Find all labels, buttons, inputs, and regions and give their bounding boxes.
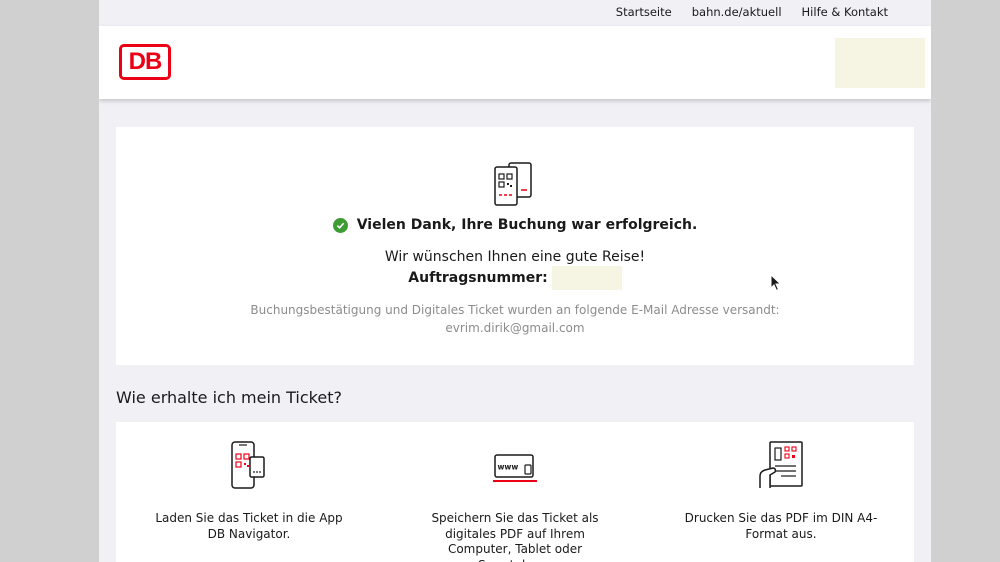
mouse-cursor-icon	[770, 274, 782, 292]
order-number-row: Auftragsnummer:	[116, 266, 914, 290]
success-check-icon	[332, 217, 348, 233]
email-notice-text: Buchungsbestätigung und Digitales Ticket…	[250, 303, 780, 317]
ticket-options-card: Laden Sie das Ticket in die App DB Navig…	[116, 422, 914, 562]
email-notice: Buchungsbestätigung und Digitales Ticket…	[116, 301, 914, 337]
option-app-text: Laden Sie das Ticket in die App DB Navig…	[155, 511, 343, 541]
print-document-icon	[759, 441, 803, 488]
option-print-text: Drucken Sie das PDF im DIN A4-Format aus…	[684, 511, 878, 541]
top-bar: Startseite bahn.de/aktuell Hilfe & Konta…	[99, 0, 931, 26]
success-message-row: Vielen Dank, Ihre Buchung war erfolgreic…	[116, 217, 914, 233]
site-header: DB	[99, 26, 931, 99]
nav-link-startseite[interactable]: Startseite	[616, 5, 672, 19]
www-pdf-icon: www	[493, 454, 537, 482]
db-logo[interactable]: DB	[119, 44, 171, 80]
order-number-label: Auftragsnummer:	[408, 270, 548, 286]
nav-link-hilfe-kontakt[interactable]: Hilfe & Kontakt	[802, 5, 888, 19]
booking-confirmation-page: Startseite bahn.de/aktuell Hilfe & Konta…	[99, 0, 931, 562]
success-message: Vielen Dank, Ihre Buchung war erfolgreic…	[356, 217, 698, 233]
mobile-ticket-icon	[494, 162, 532, 206]
redacted-order-number	[551, 266, 622, 290]
redacted-header-area	[835, 38, 925, 88]
option-pdf-text: Speichern Sie das Ticket als digitales P…	[431, 511, 599, 562]
phone-app-icon	[231, 441, 265, 489]
top-navigation: Startseite bahn.de/aktuell Hilfe & Konta…	[616, 5, 888, 19]
ticket-section-title: Wie erhalte ich mein Ticket?	[116, 388, 342, 407]
confirmation-card: Vielen Dank, Ihre Buchung war erfolgreic…	[116, 127, 914, 365]
nav-link-aktuell[interactable]: bahn.de/aktuell	[692, 5, 782, 19]
travel-wish-text: Wir wünschen Ihnen eine gute Reise!	[384, 249, 646, 265]
db-logo-text: DB	[128, 48, 163, 75]
recipient-email: evrim.dirik@gmail.com	[445, 321, 585, 335]
svg-text:www: www	[498, 463, 519, 472]
